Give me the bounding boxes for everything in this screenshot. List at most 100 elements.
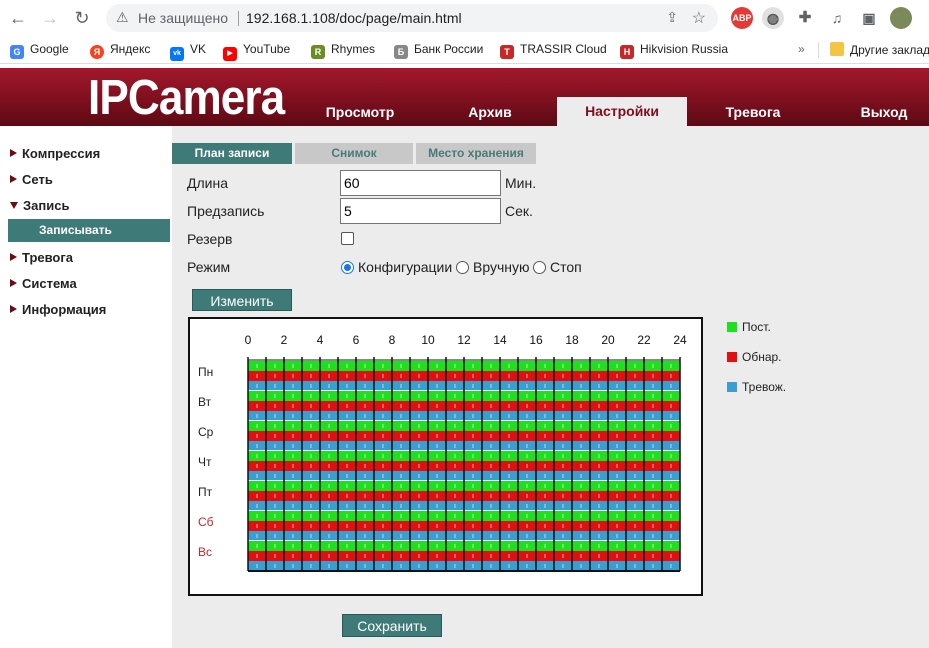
reserve-label: Резерв [187, 231, 233, 247]
profile-avatar[interactable] [890, 7, 912, 29]
sidebar-item-system[interactable]: Система [10, 276, 77, 291]
bookmark-youtube[interactable]: ▶ YouTube [223, 42, 290, 61]
hour-tick-label: 0 [245, 333, 252, 347]
bookmark-label: Hikvision Russia [640, 42, 729, 56]
bookmark-label: Rhymes [331, 42, 376, 56]
edit-button[interactable]: Изменить [192, 289, 292, 311]
day-label: Чт [198, 455, 212, 469]
legend-label: Обнар. [742, 350, 782, 364]
nav-alarm[interactable]: Тревога [703, 98, 803, 126]
url-text[interactable]: 192.168.1.108/doc/page/main.html [246, 10, 462, 26]
expand-arrow-icon [10, 305, 17, 313]
other-bookmarks-folder[interactable]: Другие заклад [830, 42, 929, 57]
tab-storage[interactable]: Место хранения [416, 143, 536, 164]
divider [238, 11, 239, 26]
day-label: Ср [198, 425, 214, 439]
hour-tick-label: 12 [457, 333, 471, 347]
side-panel-icon[interactable]: ▣ [858, 7, 880, 29]
bookmark-hikvision[interactable]: H Hikvision Russia [620, 42, 728, 59]
rhymes-icon: R [311, 45, 325, 59]
legend-continuous: Пост. [727, 320, 771, 334]
bookmark-label: Яндекс [110, 42, 151, 56]
insecure-label[interactable]: Не защищено [138, 10, 228, 26]
bookmark-label: TRASSIR Cloud [520, 42, 607, 56]
expand-arrow-icon [10, 279, 17, 287]
warning-icon[interactable]: ⚠ [116, 9, 129, 26]
hour-tick-label: 2 [281, 333, 288, 347]
legend-motion: Обнар. [727, 350, 782, 364]
radio-label: Конфигурации [358, 259, 453, 275]
legend-swatch [727, 352, 737, 362]
bookmark-yandex[interactable]: Я Яндекс [90, 42, 150, 59]
hour-tick-label: 8 [389, 333, 396, 347]
save-button[interactable]: Сохранить [342, 614, 442, 637]
bookmark-label: Другие заклад [850, 43, 929, 57]
bookmarks-bar: G Google Я Яндекс vk VK ▶ YouTube R Rhymes ББ… [0, 36, 929, 64]
prerecord-input[interactable] [340, 198, 501, 224]
sidebar-item-label: Запись [23, 198, 70, 213]
sidebar-item-label: Сеть [22, 172, 53, 187]
forward-arrow-icon[interactable]: → [38, 6, 62, 30]
sidebar-item-information[interactable]: Информация [10, 302, 106, 317]
address-bar[interactable]: ⚠ Не защищено 192.168.1.108/doc/page/mai… [106, 4, 718, 32]
hour-tick-label: 18 [565, 333, 579, 347]
bookmark-trassir[interactable]: T TRASSIR Cloud [500, 42, 607, 59]
folder-icon [830, 42, 844, 56]
eagle-icon: Б [394, 45, 408, 59]
schedule-grid[interactable]: 0 2 4 6 8 10 12 14 16 18 20 22 24 Пн Вт Ср Чт Пт Сб Вс [188, 317, 703, 596]
bookmark-bank-russia[interactable]: Б Банк России [394, 42, 483, 59]
length-unit: Мин. [505, 175, 537, 191]
more-bookmarks-button[interactable]: » [798, 42, 805, 56]
mode-radio-config[interactable]: Конфигурации [341, 259, 452, 275]
nav-archive[interactable]: Архив [440, 98, 540, 126]
prerecord-unit: Сек. [505, 203, 533, 219]
vk-icon: vk [170, 47, 184, 61]
browser-toolbar: ← → ↻ ⚠ Не защищено 192.168.1.108/doc/pa… [0, 0, 929, 36]
radio-icon [456, 261, 469, 274]
bookmark-vk[interactable]: vk VK [170, 42, 206, 61]
nav-logout[interactable]: Выход [834, 98, 929, 126]
legend-label: Тревож. [742, 380, 787, 394]
bookmark-google[interactable]: G Google [10, 42, 69, 59]
day-label: Пт [198, 485, 213, 499]
sidebar-subitem-record[interactable]: Записывать [8, 219, 170, 242]
bookmark-star-icon[interactable]: ☆ [692, 8, 706, 28]
sidebar-item-recording[interactable]: Запись [10, 198, 69, 213]
sidebar-item-label: Тревога [22, 250, 74, 265]
back-arrow-icon[interactable]: ← [6, 6, 30, 30]
legend-label: Пост. [742, 320, 771, 334]
sidebar-item-alarm[interactable]: Тревога [10, 250, 73, 265]
share-icon[interactable]: ⇪ [666, 9, 678, 26]
legend-alarm: Тревож. [727, 380, 786, 394]
sidebar-item-label: Система [22, 276, 77, 291]
reserve-checkbox[interactable] [341, 232, 354, 245]
length-input[interactable] [340, 170, 501, 196]
schedule-canvas[interactable]: 0 2 4 6 8 10 12 14 16 18 20 22 24ПнВтСрЧтПтСбВс [190, 319, 701, 594]
extensions-puzzle-icon[interactable]: ✚ [794, 7, 816, 29]
day-label: Пн [198, 365, 213, 379]
radio-selected-icon [341, 261, 354, 274]
sidebar-item-compression[interactable]: Компрессия [10, 146, 100, 161]
expand-arrow-icon [10, 253, 17, 261]
reload-icon[interactable]: ↻ [70, 6, 94, 30]
bookmark-label: YouTube [243, 42, 291, 56]
hour-tick-label: 14 [493, 333, 507, 347]
radio-label: Стоп [550, 259, 582, 275]
bookmark-label: VK [190, 42, 207, 56]
globe-extension-icon[interactable]: ◍ [762, 7, 784, 29]
sidebar-item-network[interactable]: Сеть [10, 172, 53, 187]
expand-arrow-icon [10, 175, 17, 183]
hour-tick-label: 6 [353, 333, 360, 347]
mode-radio-stop[interactable]: Стоп [533, 259, 582, 275]
adblock-extension-icon[interactable]: ABP [731, 7, 753, 29]
nav-live-view[interactable]: Просмотр [310, 98, 410, 126]
bookmark-label: Банк России [414, 42, 484, 56]
media-control-icon[interactable]: ♫ [826, 7, 848, 29]
app-header: IPCamera Просмотр Архив Настройки Тревог… [0, 68, 929, 126]
mode-radio-manual[interactable]: Вручную [456, 259, 530, 275]
tab-record-schedule[interactable]: План записи [172, 143, 292, 164]
nav-settings[interactable]: Настройки [557, 97, 687, 126]
bookmark-rhymes[interactable]: R Rhymes [311, 42, 375, 59]
divider [818, 42, 819, 58]
tab-snapshot[interactable]: Снимок [295, 143, 413, 164]
